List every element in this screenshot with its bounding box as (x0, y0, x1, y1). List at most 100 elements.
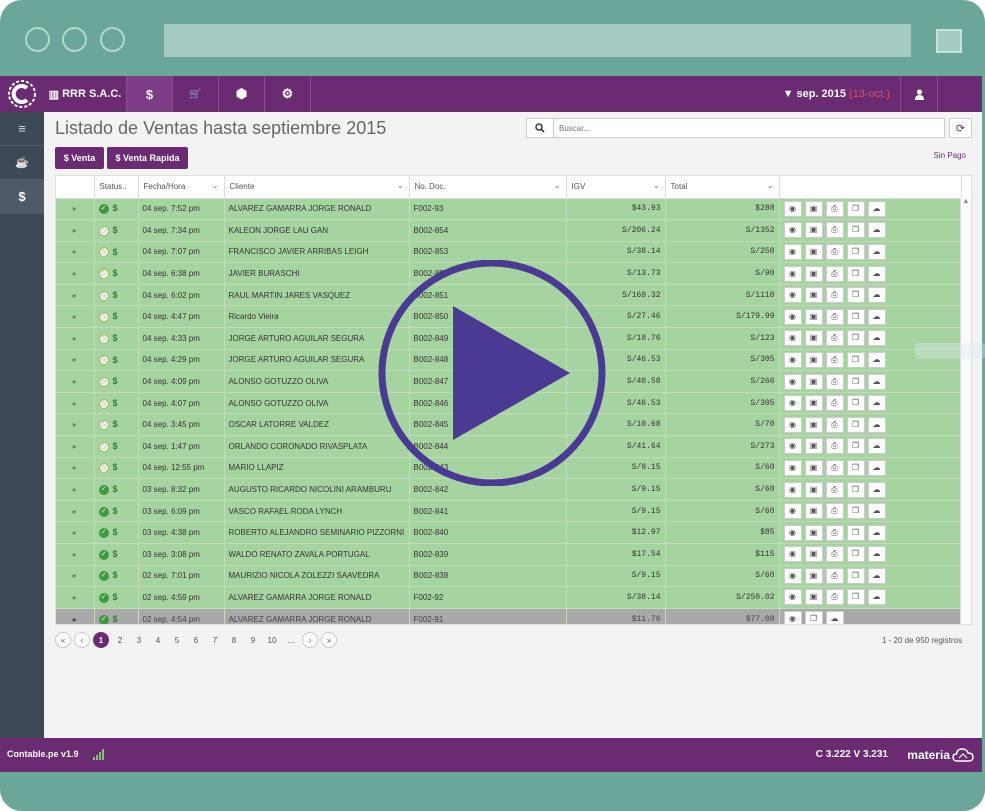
document-icon[interactable]: ▣ (804, 438, 823, 455)
next-page-icon[interactable]: › (302, 632, 318, 648)
document-icon[interactable]: ▣ (804, 567, 823, 584)
copy-icon[interactable]: ❐ (846, 438, 865, 455)
eye-icon[interactable]: ◉ (783, 611, 802, 624)
eye-icon[interactable]: ◉ (783, 243, 802, 260)
print-icon[interactable]: ⎙ (825, 459, 844, 476)
print-icon[interactable]: ⎙ (825, 373, 844, 390)
eye-icon[interactable]: ◉ (783, 222, 802, 239)
prev-page-icon[interactable]: ‹ (74, 632, 90, 648)
table-row[interactable]: ▸ ✓ $02 sep. 4:59 pm ALVAREZ GAMARRA JORGE … (56, 586, 962, 609)
document-icon[interactable]: ▣ (804, 546, 823, 563)
cloud-upload-icon[interactable]: ☁ (867, 416, 886, 433)
col-status[interactable]: Status.. (94, 176, 139, 199)
address-bar[interactable] (164, 24, 911, 57)
cloud-upload-icon[interactable]: ☁ (867, 243, 886, 260)
col-igv[interactable]: IGV ⌄ (566, 176, 666, 199)
document-icon[interactable]: ▣ (804, 524, 823, 541)
copy-icon[interactable]: ❐ (846, 481, 865, 498)
print-icon[interactable]: ⎙ (825, 546, 844, 563)
nav-purchases[interactable]: 🛒 (173, 76, 219, 112)
period-filter[interactable]: ▼ sep. 2015 (13-oct.) (783, 76, 890, 112)
new-sale-button[interactable]: $ Venta (55, 147, 104, 169)
eye-icon[interactable]: ◉ (783, 589, 802, 606)
expand-icon[interactable]: ▸ (56, 457, 95, 480)
cloud-upload-icon[interactable]: ☁ (867, 265, 886, 282)
expand-icon[interactable]: ▸ (56, 349, 95, 372)
cloud-upload-icon[interactable]: ☁ (867, 567, 886, 584)
expand-icon[interactable]: ▸ (56, 478, 95, 501)
quick-sale-button[interactable]: $ Venta Rapida (107, 147, 188, 169)
sidebar-item-sales[interactable]: $ (0, 180, 44, 214)
search-icon[interactable] (527, 119, 554, 137)
search-input[interactable] (554, 119, 944, 137)
eye-icon[interactable]: ◉ (783, 459, 802, 476)
print-icon[interactable]: ⎙ (825, 222, 844, 239)
cloud-upload-icon[interactable]: ☁ (867, 589, 886, 606)
copy-icon[interactable]: ❐ (846, 459, 865, 476)
table-row[interactable]: ▸ ✓ $03 sep. 3:08 pm WALDO RENATO ZAVALA PO… (56, 543, 962, 566)
copy-icon[interactable]: ❐ (846, 416, 865, 433)
table-row[interactable]: ▸ ◷ $04 sep. 7:34 pm KALEON JORGE LAU GAN B0… (56, 219, 962, 242)
print-icon[interactable]: ⎙ (825, 265, 844, 282)
print-icon[interactable]: ⎙ (825, 524, 844, 541)
nav-inventory[interactable]: ⬢ (219, 76, 265, 112)
document-icon[interactable]: ▣ (804, 287, 823, 304)
document-icon[interactable]: ▣ (804, 416, 823, 433)
sidebar-item-coffee[interactable]: ☕ (0, 146, 44, 180)
page-button[interactable]: 4 (150, 632, 166, 648)
cloud-upload-icon[interactable]: ☁ (867, 222, 886, 239)
table-row[interactable]: ▸ ✓ $03 sep. 6:09 pm VASCO RAFAEL RODA LYNC… (56, 500, 962, 523)
company-selector[interactable]: ▥ RRR S.A.C. (44, 76, 127, 112)
expand-icon[interactable]: ▸ (56, 413, 95, 437)
cloud-upload-icon[interactable]: ☁ (867, 373, 886, 390)
table-row[interactable]: ▸ ✓ $03 sep. 4:38 pm ROBERTO ALEJANDRO SEMI… (56, 521, 962, 544)
page-button[interactable]: 6 (188, 632, 204, 648)
nav-sales[interactable]: $ (127, 76, 173, 112)
print-icon[interactable]: ⎙ (825, 589, 844, 606)
cloud-upload-icon[interactable]: ☁ (867, 395, 886, 412)
copy-icon[interactable]: ❐ (846, 200, 865, 217)
document-icon[interactable]: ▣ (804, 200, 823, 217)
copy-icon[interactable]: ❐ (846, 308, 865, 325)
window-dot-3[interactable] (100, 27, 125, 52)
copy-icon[interactable]: ❐ (846, 546, 865, 563)
copy-icon[interactable]: ❐ (846, 395, 865, 412)
document-icon[interactable]: ▣ (804, 395, 823, 412)
eye-icon[interactable]: ◉ (783, 308, 802, 325)
table-row[interactable]: ▸ ✓ $04 sep. 7:52 pm ALVAREZ GAMARRA JORGE … (56, 198, 962, 221)
unpaid-filter-link[interactable]: Sin Pago (934, 151, 966, 160)
expand-icon[interactable]: ▸ (56, 565, 95, 588)
expand-icon[interactable]: ▸ (56, 284, 95, 307)
cloud-upload-icon[interactable]: ☁ (867, 459, 886, 476)
page-button[interactable]: ... (283, 632, 299, 648)
col-doc[interactable]: No. Doc. ⌄ (409, 176, 567, 199)
print-icon[interactable]: ⎙ (825, 438, 844, 455)
document-icon[interactable]: ▣ (804, 373, 823, 390)
page-button[interactable]: 1 (93, 632, 109, 648)
cloud-upload-icon[interactable]: ☁ (867, 481, 886, 498)
nav-settings[interactable]: ⚙ (265, 76, 311, 112)
expand-icon[interactable]: ▸ (56, 543, 95, 566)
copy-icon[interactable]: ❐ (846, 567, 865, 584)
col-fecha[interactable]: Fecha/Hora ⌄ (138, 176, 225, 199)
page-button[interactable]: 2 (112, 632, 128, 648)
cloud-upload-icon[interactable]: ☁ (867, 287, 886, 304)
copy-icon[interactable]: ❐ (846, 524, 865, 541)
document-icon[interactable]: ▣ (804, 589, 823, 606)
col-cliente[interactable]: Cliente ⌄ (224, 176, 410, 199)
cloud-upload-icon[interactable]: ☁ (867, 308, 886, 325)
eye-icon[interactable]: ◉ (783, 200, 802, 217)
copy-icon[interactable]: ❐ (846, 222, 865, 239)
page-button[interactable]: 9 (245, 632, 261, 648)
eye-icon[interactable]: ◉ (783, 265, 802, 282)
company-c-logo[interactable] (0, 76, 44, 112)
cloud-upload-icon[interactable]: ☁ (867, 200, 886, 217)
table-row[interactable]: ▸ ✓ $02 sep. 7:01 pm MAURIZIO NICOLA ZOLEZZ… (56, 565, 962, 588)
eye-icon[interactable]: ◉ (783, 481, 802, 498)
print-icon[interactable]: ⎙ (825, 330, 844, 347)
copy-icon[interactable]: ❐ (846, 589, 865, 606)
expand-icon[interactable]: ▸ (56, 586, 95, 609)
window-button[interactable] (936, 29, 962, 53)
expand-icon[interactable]: ▸ (56, 370, 95, 393)
copy-icon[interactable]: ❐ (846, 373, 865, 390)
